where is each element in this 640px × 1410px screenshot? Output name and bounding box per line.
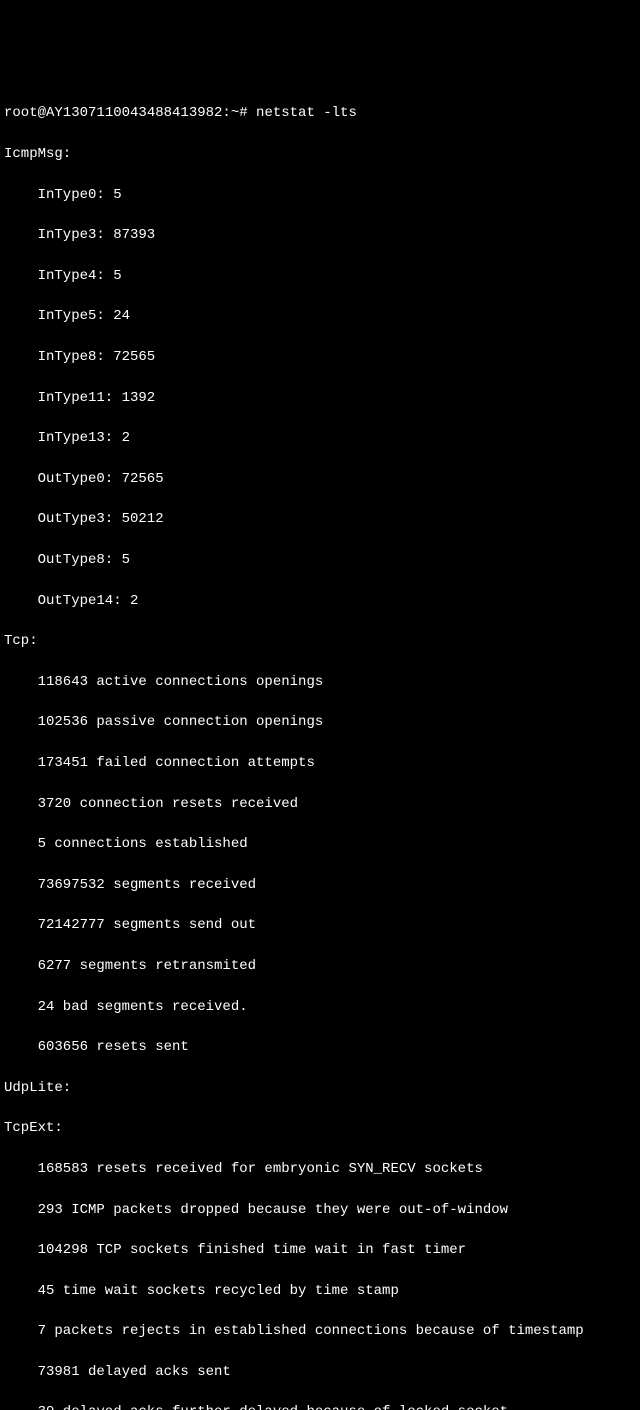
stat-line: 102536 passive connection openings (4, 712, 636, 732)
udplite-header: UdpLite: (4, 1078, 636, 1098)
stat-line: 168583 resets received for embryonic SYN… (4, 1159, 636, 1179)
terminal-output[interactable]: root@AY1307110043488413982:~# netstat -l… (4, 83, 636, 784)
stat-line: 3720 connection resets received (4, 794, 636, 814)
stat-line: 24 bad segments received. (4, 997, 636, 1017)
stat-line: OutType0: 72565 (4, 469, 636, 489)
stat-line: OutType8: 5 (4, 550, 636, 570)
stat-line: 104298 TCP sockets finished time wait in… (4, 1240, 636, 1260)
stat-line: 293 ICMP packets dropped because they we… (4, 1200, 636, 1220)
stat-line: OutType3: 50212 (4, 509, 636, 529)
prompt-line: root@AY1307110043488413982:~# netstat -l… (4, 103, 636, 123)
stat-line: InType11: 1392 (4, 388, 636, 408)
icmpmsg-header: IcmpMsg: (4, 144, 636, 164)
stat-line: 6277 segments retransmited (4, 956, 636, 976)
stat-line: 73697532 segments received (4, 875, 636, 895)
tcp-header: Tcp: (4, 631, 636, 651)
stat-line: 73981 delayed acks sent (4, 1362, 636, 1382)
stat-line: 7 packets rejects in established connect… (4, 1321, 636, 1341)
stat-line: InType13: 2 (4, 428, 636, 448)
stat-line: 118643 active connections openings (4, 672, 636, 692)
stat-line: InType0: 5 (4, 185, 636, 205)
stat-line: InType5: 24 (4, 306, 636, 326)
prompt-user-host: root@AY1307110043488413982:~# (4, 105, 248, 121)
stat-line: 45 time wait sockets recycled by time st… (4, 1281, 636, 1301)
command-text: netstat -lts (256, 105, 357, 121)
tcpext-header: TcpExt: (4, 1118, 636, 1138)
stat-line: OutType14: 2 (4, 591, 636, 611)
stat-line: InType4: 5 (4, 266, 636, 286)
stat-line: InType3: 87393 (4, 225, 636, 245)
stat-line: 603656 resets sent (4, 1037, 636, 1057)
stat-line: 173451 failed connection attempts (4, 753, 636, 773)
stat-line: InType8: 72565 (4, 347, 636, 367)
stat-line: 39 delayed acks further delayed because … (4, 1402, 636, 1410)
stat-line: 72142777 segments send out (4, 915, 636, 935)
stat-line: 5 connections established (4, 834, 636, 854)
